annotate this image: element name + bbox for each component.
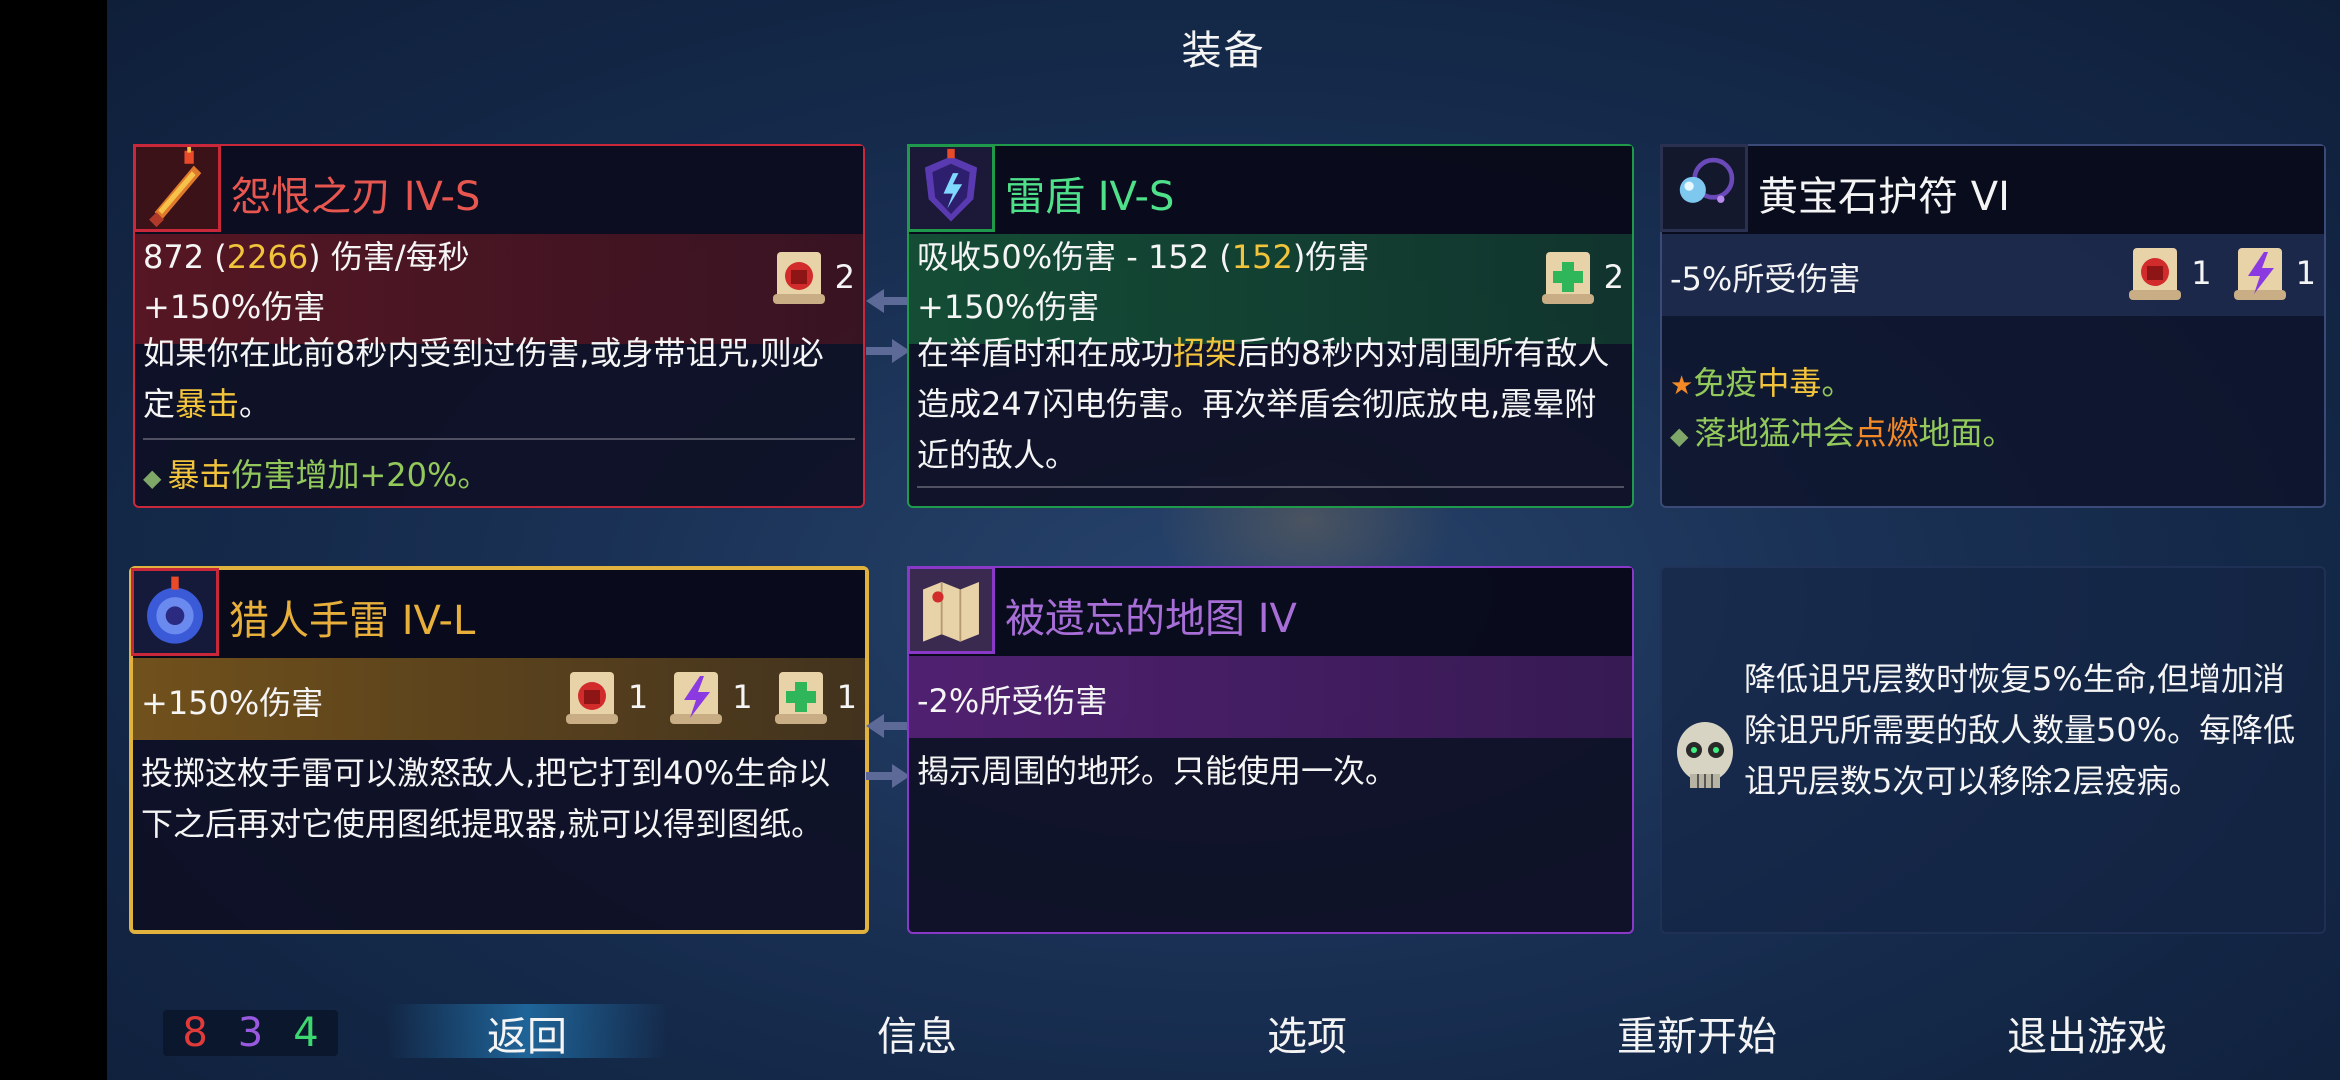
quit-game-button[interactable]: 退出游戏 xyxy=(1947,1004,2227,1062)
survival-scroll: 1 xyxy=(771,666,857,728)
restart-button[interactable]: 重新开始 xyxy=(1557,1004,1837,1062)
shield-icon xyxy=(907,144,995,232)
inventory-screen: 装备 怨恨之刃 IV-S 872 (2266) 伤害/每秒 +150%伤害 2 … xyxy=(107,0,2340,1080)
item-name: 雷盾 IV-S xyxy=(1005,174,1175,220)
tactics-scroll-icon xyxy=(670,672,723,724)
options-button[interactable]: 选项 xyxy=(1167,1004,1447,1062)
skill-card-1[interactable]: 猎人手雷 IV-L +150%伤害 1 1 1 投掷这枚手雷可以激怒敌人,把它打… xyxy=(129,566,869,934)
survival-count: 4 xyxy=(293,1010,319,1056)
brutality-scroll-icon xyxy=(2129,248,2182,300)
info-button[interactable]: 信息 xyxy=(777,1004,1057,1062)
item-name: 猎人手雷 IV-L xyxy=(229,598,476,644)
item-description: 如果你在此前8秒内受到过伤害,或身带诅咒,则必定暴击。 xyxy=(143,334,824,423)
brutality-count: 8 xyxy=(182,1010,208,1056)
defense-stat: -2%所受伤害 xyxy=(917,682,1108,720)
amulet-affix-2: ◆ 落地猛冲会点燃地面。 xyxy=(1670,414,2015,452)
scroll-counters: 8 3 4 xyxy=(163,1010,338,1056)
defense-stat: -5%所受伤害 xyxy=(1670,260,1861,298)
survival-scroll: 2 xyxy=(1538,246,1624,308)
map-icon xyxy=(907,566,995,654)
brutality-scroll-icon xyxy=(565,672,618,724)
brutality-scroll: 1 xyxy=(2125,242,2212,304)
item-description: 投掷这枚手雷可以激怒敌人,把它打到40%生命以下之后再对它使用图纸提取器,就可以… xyxy=(141,754,831,843)
mutation-description: 降低诅咒层数时恢复5%生命,但增加消除诅咒所需要的敌人数量50%。每降低诅咒层数… xyxy=(1744,660,2296,800)
block-stat: 吸收50%伤害 - 152 (152)伤害 xyxy=(917,238,1370,276)
skill-card-2[interactable]: 被遗忘的地图 IV -2%所受伤害 揭示周围的地形。只能使用一次。 xyxy=(907,566,1634,934)
survival-scroll-icon xyxy=(774,672,827,724)
back-button[interactable]: 返回 xyxy=(387,1004,667,1060)
item-name: 黄宝石护符 VI xyxy=(1758,174,2010,220)
dps-stat: 872 (2266) 伤害/每秒 xyxy=(143,238,470,276)
swap-right-arrow-icon[interactable] xyxy=(866,335,910,367)
item-name: 怨恨之刃 IV-S xyxy=(231,174,481,220)
mutation-card[interactable]: 降低诅咒层数时恢复5%生命,但增加消除诅咒所需要的敌人数量50%。每降低诅咒层数… xyxy=(1660,566,2326,934)
brutality-scroll: 1 xyxy=(562,666,648,728)
skull-icon xyxy=(1677,722,1733,788)
item-description: 揭示周围的地形。只能使用一次。 xyxy=(917,752,1398,790)
page-title: 装备 xyxy=(1181,28,1266,74)
item-name: 被遗忘的地图 IV xyxy=(1005,596,1297,642)
item-affix: ◆ 暴击伤害增加+20%。 xyxy=(143,456,490,494)
divider xyxy=(917,486,1624,488)
weapon-card-1[interactable]: 怨恨之刃 IV-S 872 (2266) 伤害/每秒 +150%伤害 2 如果你… xyxy=(133,144,865,508)
swap-left-arrow-icon[interactable] xyxy=(866,710,910,742)
sword-icon xyxy=(133,144,221,232)
swap-right-arrow-icon[interactable] xyxy=(866,760,910,792)
bonus-stat: +150%伤害 xyxy=(917,288,1100,326)
swap-left-arrow-icon[interactable] xyxy=(866,285,910,317)
survival-scroll-icon xyxy=(1541,252,1594,304)
amulet-icon xyxy=(1660,144,1748,232)
weapon-card-2[interactable]: 雷盾 IV-S 吸收50%伤害 - 152 (152)伤害 +150%伤害 2 … xyxy=(907,144,1634,508)
divider xyxy=(143,438,855,440)
grenade-icon xyxy=(131,568,219,656)
amulet-affix-1: ★免疫中毒。 xyxy=(1670,364,1854,402)
bottom-nav: 8 3 4 返回 信息 选项 重新开始 退出游戏 xyxy=(107,990,2340,1080)
tactics-scroll-icon xyxy=(2233,248,2286,300)
tactics-scroll: 1 xyxy=(666,666,753,728)
item-description: 在举盾时和在成功招架后的8秒内对周围所有敌人造成247闪电伤害。再次举盾会彻底放… xyxy=(917,334,1610,474)
brutality-scroll: 2 xyxy=(769,246,855,308)
tactics-count: 3 xyxy=(237,1010,264,1056)
brutality-scroll-icon xyxy=(772,252,825,304)
bonus-stat: +150%伤害 xyxy=(141,684,324,722)
bonus-stat: +150%伤害 xyxy=(143,288,326,326)
amulet-card[interactable]: 黄宝石护符 VI -5%所受伤害 1 1 ★免疫中毒。 ◆ 落地猛冲会点燃地面。 xyxy=(1660,144,2326,508)
tactics-scroll: 1 xyxy=(2230,242,2316,304)
